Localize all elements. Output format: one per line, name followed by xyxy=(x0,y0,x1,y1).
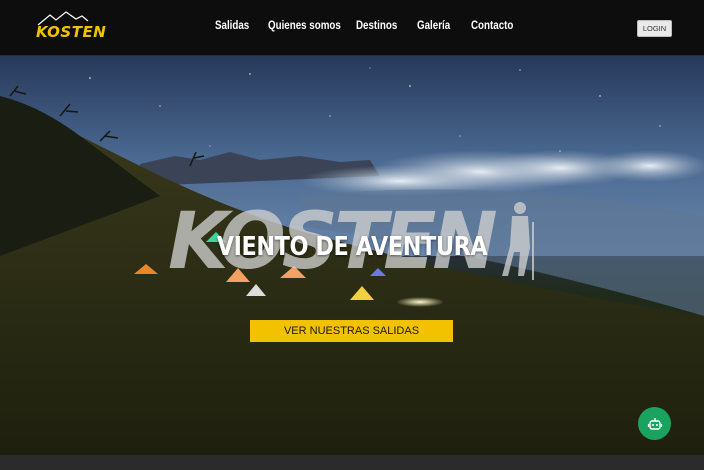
nav-link-destinos[interactable]: Destinos xyxy=(356,20,397,32)
main-nav: Salidas Quienes somos Destinos Galería C… xyxy=(0,0,704,55)
top-navbar: KOSTEN Salidas Quienes somos Destinos Ga… xyxy=(0,0,704,56)
ver-salidas-button[interactable]: VER NUESTRAS SALIDAS xyxy=(250,320,453,342)
login-button[interactable]: LOGIN xyxy=(637,20,672,37)
nav-link-contacto[interactable]: Contacto xyxy=(471,20,513,32)
hero-title: VIENTO DE AVENTURA xyxy=(216,232,488,262)
nav-link-galeria[interactable]: Galería xyxy=(417,20,450,32)
chatbot-button[interactable] xyxy=(638,407,671,440)
hero-section: KOSTEN VIENTO DE AVENTURA VER NUESTRAS S… xyxy=(0,56,704,455)
robot-icon xyxy=(647,417,662,430)
nav-link-quienes-somos[interactable]: Quienes somos xyxy=(268,20,341,32)
nav-link-salidas[interactable]: Salidas xyxy=(215,20,249,32)
page-footer-strip xyxy=(0,455,704,470)
